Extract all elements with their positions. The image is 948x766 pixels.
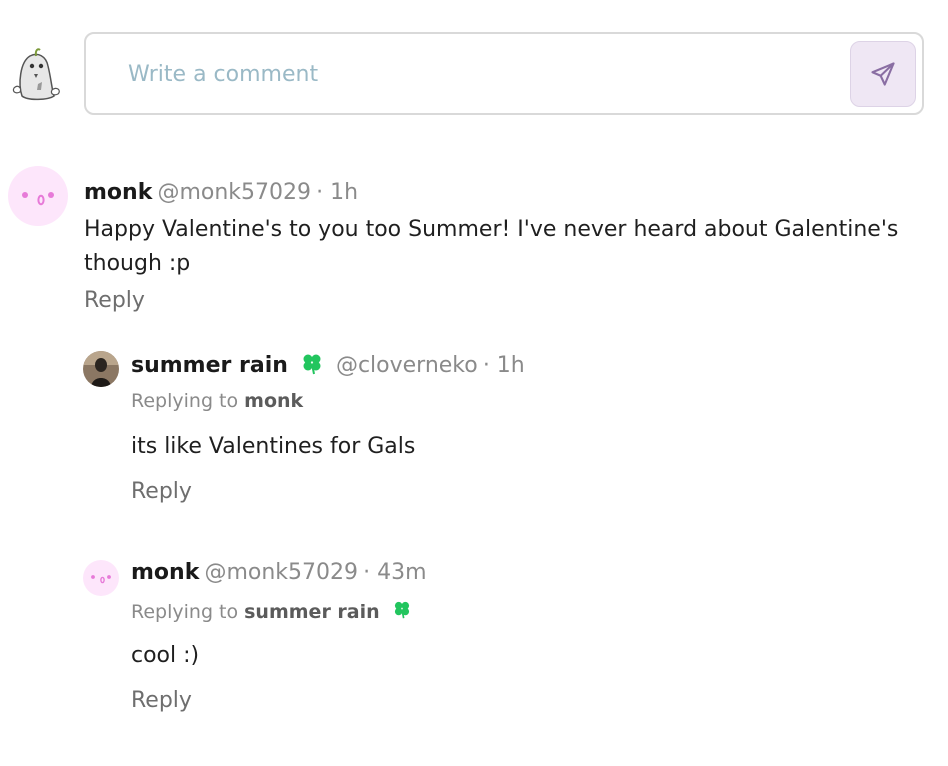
replying-to: Replying to monk [131,390,303,412]
replying-to-name[interactable]: summer rain [244,601,380,623]
author-name[interactable]: monk [131,560,199,585]
replying-prefix: Replying to [131,390,239,412]
ghost-avatar-icon [12,48,60,101]
avatar[interactable] [83,560,119,596]
clover-icon [300,351,324,379]
send-icon [871,62,895,86]
timestamp: · 1h [482,352,525,378]
comment-input[interactable] [128,58,828,90]
timestamp: · 1h [316,180,359,205]
comment-composer [84,32,924,115]
replying-to-name[interactable]: monk [244,390,303,412]
current-user-avatar [8,44,64,104]
comment-text: Happy Valentine's to you too Summer! I'v… [84,217,899,276]
reply-button[interactable]: Reply [131,479,192,504]
replying-prefix: Replying to [131,600,239,623]
comment-header: summer rain @cloverneko · 1h [131,351,525,379]
clover-icon [392,599,412,624]
reply-button[interactable]: Reply [84,288,145,313]
avatar[interactable] [83,351,119,387]
reply-button[interactable]: Reply [131,688,192,713]
author-handle[interactable]: @cloverneko [336,353,478,378]
author-name[interactable]: monk [84,180,152,205]
monk-face-icon [22,192,54,206]
comment-header: monk @monk57029 · 43m [131,560,427,585]
monk-face-icon [91,575,111,584]
comment-text: cool :) [131,643,200,668]
comment-text: its like Valentines for Gals [131,434,416,459]
avatar[interactable] [8,166,68,226]
author-handle[interactable]: @monk57029 [204,560,358,585]
replying-to: Replying to summer rain [131,599,412,624]
comment-header: monk @monk57029 · 1h [84,180,358,205]
timestamp: · 43m [363,560,427,585]
author-name[interactable]: summer rain [131,353,288,378]
send-button[interactable] [850,41,916,107]
author-handle[interactable]: @monk57029 [157,180,311,205]
photo-avatar-icon [83,351,119,387]
